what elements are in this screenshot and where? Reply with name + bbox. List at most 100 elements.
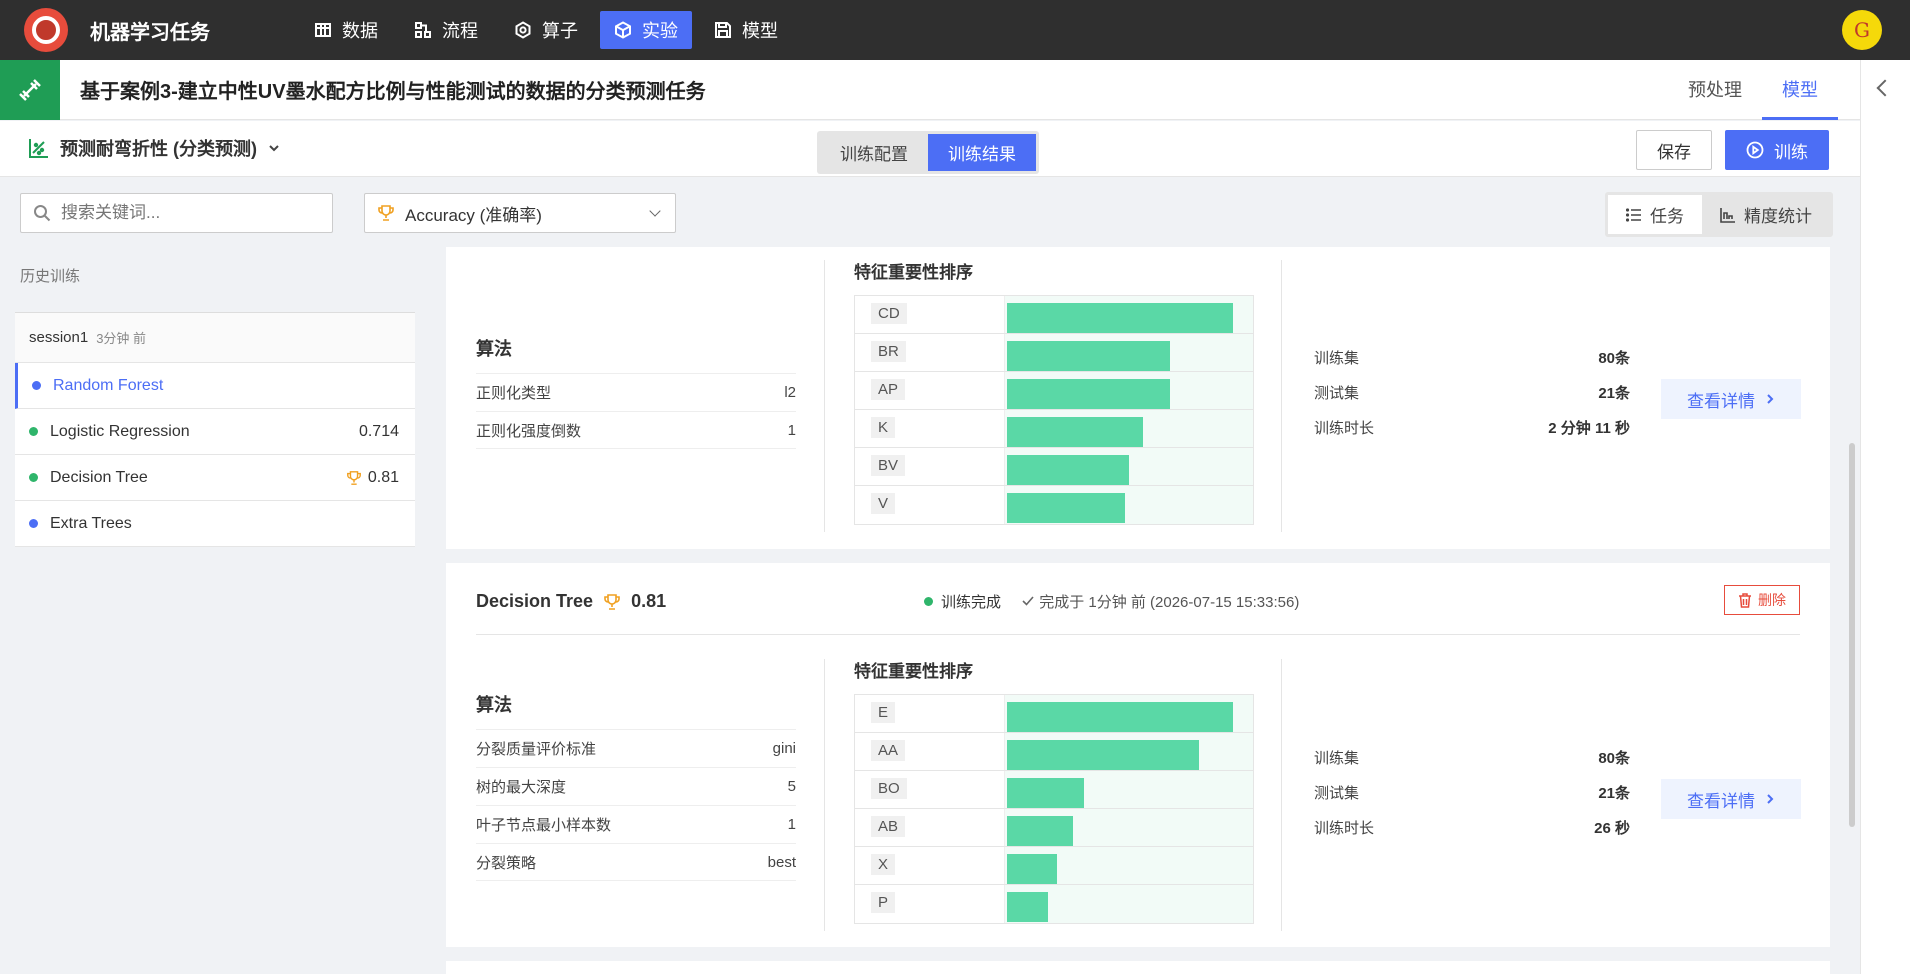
play-circle-icon [1746, 141, 1764, 159]
history-item-random-forest[interactable]: Random Forest [15, 363, 415, 409]
chevron-left-icon[interactable] [1876, 79, 1894, 97]
score-value: 0.714 [358, 422, 399, 440]
stat-test-set: 测试集 21条 [1314, 782, 1630, 803]
stat-key: 训练集 [1314, 750, 1360, 767]
train-button[interactable]: 训练 [1725, 130, 1829, 170]
feature-row: BR [855, 334, 1253, 372]
stat-value: 26 秒 [1594, 820, 1630, 837]
algorithm-title: 算法 [476, 339, 512, 359]
view-task[interactable]: 任务 [1608, 195, 1702, 234]
feature-row: P [855, 885, 1253, 923]
feature-bar [1007, 341, 1170, 371]
table-icon [315, 23, 331, 37]
session-name: session1 [29, 329, 89, 346]
history-item-decision-tree[interactable]: Decision Tree 0.81 [15, 455, 415, 501]
view-toggle: 任务 精度统计 [1605, 192, 1833, 237]
feature-bar [1007, 455, 1129, 485]
main-nav: 数据 流程 算子 实验 模型 [300, 11, 792, 49]
feature-bar [1007, 816, 1073, 846]
feature-row: BV [855, 448, 1253, 486]
delete-button[interactable]: 删除 [1724, 585, 1800, 615]
operator-icon [515, 21, 531, 39]
feature-bar [1007, 379, 1170, 409]
feature-name: V [871, 493, 896, 514]
save-button[interactable]: 保存 [1636, 130, 1712, 170]
param-key: 正则化类型 [476, 385, 552, 402]
nav-label: 流程 [442, 21, 478, 41]
model-select-label: 预测耐弯折性 (分类预测) [60, 139, 257, 159]
nav-item-model[interactable]: 模型 [700, 11, 792, 49]
view-details-button[interactable]: 查看详情 [1661, 779, 1801, 819]
stat-test-set: 测试集 21条 [1314, 382, 1630, 403]
feature-bar [1007, 778, 1084, 808]
task-icon [0, 59, 60, 120]
trophy-icon [378, 205, 394, 221]
feature-row: BO [855, 771, 1253, 809]
view-details-label: 查看详情 [1687, 791, 1755, 811]
user-avatar[interactable]: G [1842, 10, 1882, 50]
tab-train-result[interactable]: 训练结果 [928, 134, 1036, 171]
feature-importance-title: 特征重要性排序 [854, 263, 973, 282]
view-accuracy-stats[interactable]: 精度统计 [1702, 195, 1830, 234]
history-title: 历史训练 [20, 268, 81, 285]
bar-chart-icon [1720, 207, 1735, 223]
stat-value: 21条 [1598, 385, 1630, 402]
scrollbar[interactable] [1849, 443, 1855, 827]
view-accuracy-label: 精度统计 [1744, 207, 1812, 226]
feature-label: AB [865, 816, 1015, 837]
tab-model[interactable]: 模型 [1762, 60, 1838, 120]
check-icon [1022, 596, 1034, 606]
nav-item-flow[interactable]: 流程 [400, 11, 492, 49]
session-header[interactable]: session1 3分钟 前 [15, 313, 415, 363]
nav-label: 算子 [542, 21, 578, 41]
model-select[interactable]: 预测耐弯折性 (分类预测) [28, 135, 281, 161]
nav-label: 数据 [342, 21, 378, 41]
feature-label: BV [865, 455, 1015, 476]
status-text: 训练完成 [941, 594, 1002, 611]
param-row: 正则化类型 l2 [476, 373, 796, 411]
history-list: session1 3分钟 前 Random Forest Logistic Re… [15, 312, 415, 547]
status-badge: 训练完成 [924, 591, 1001, 612]
feature-label: AP [865, 379, 1015, 400]
history-item-extra-trees[interactable]: Extra Trees [15, 501, 415, 547]
tab-preprocess[interactable]: 预处理 [1668, 60, 1762, 120]
nav-item-data[interactable]: 数据 [300, 11, 392, 49]
feature-name: AA [871, 740, 906, 761]
stat-key: 测试集 [1314, 385, 1360, 402]
trophy-icon [346, 470, 361, 485]
feature-bar [1007, 892, 1048, 922]
divider [824, 659, 825, 931]
feature-bar [1007, 303, 1233, 333]
list-icon [1626, 207, 1641, 222]
nav-item-operator[interactable]: 算子 [500, 11, 592, 49]
param-row: 正则化强度倒数 1 [476, 411, 796, 449]
top-navbar: 机器学习任务 数据 流程 算子 实验 模型 G [0, 0, 1910, 60]
session-ago: 3分钟 前 [96, 331, 147, 346]
tab-train-config[interactable]: 训练配置 [820, 134, 928, 171]
flow-icon [415, 22, 431, 38]
chevron-right-icon [1767, 394, 1774, 404]
task-title: 基于案例3-建立中性UV墨水配方比例与性能测试的数据的分类预测任务 [80, 81, 706, 103]
feature-row: K [855, 410, 1253, 448]
search-input[interactable] [61, 203, 311, 223]
chevron-down-icon [269, 145, 279, 152]
param-row: 分裂质量评价标准 gini [476, 729, 796, 767]
metric-select[interactable]: Accuracy (准确率) [364, 193, 676, 233]
stat-key: 训练集 [1314, 350, 1360, 367]
completed-time: 完成于 1分钟 前 (2026-07-15 15:33:56) [1021, 591, 1299, 612]
feature-name: P [871, 892, 896, 913]
nav-item-experiment[interactable]: 实验 [600, 11, 692, 49]
app-logo[interactable] [24, 8, 68, 52]
view-details-button[interactable]: 查看详情 [1661, 379, 1801, 419]
history-item-logistic-regression[interactable]: Logistic Regression 0.714 [15, 409, 415, 455]
param-value: l2 [784, 384, 796, 401]
trash-icon [1739, 592, 1751, 608]
feature-name: E [871, 702, 896, 723]
param-value: 1 [787, 421, 796, 439]
dumbbell-icon [19, 78, 41, 101]
feature-name: AB [871, 816, 906, 837]
stat-value: 21条 [1598, 785, 1630, 802]
param-value: 5 [787, 778, 796, 795]
history-item-name: Extra Trees [50, 514, 132, 532]
feature-bar [1007, 854, 1057, 884]
